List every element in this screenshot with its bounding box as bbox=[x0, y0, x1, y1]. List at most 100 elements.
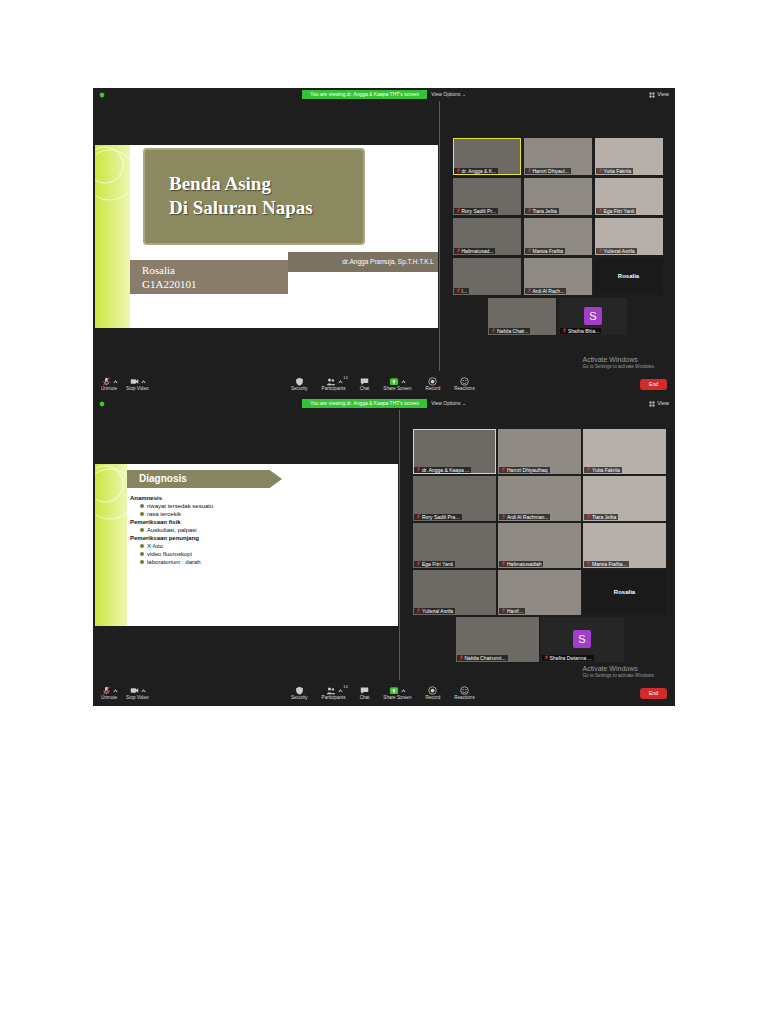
view-button[interactable]: View bbox=[657, 399, 669, 407]
bullet-text: Auskultasi, palpasi bbox=[147, 526, 197, 534]
bullet-dot bbox=[140, 560, 144, 564]
toolbar-button[interactable]: Reactions bbox=[454, 685, 474, 701]
toolbar-button[interactable]: Unmute bbox=[101, 685, 117, 701]
video-camera-icon bbox=[130, 377, 139, 386]
toolbar-icon-wrap bbox=[389, 376, 405, 386]
zoom-window: You are viewing dr. Angga & Kaapa THT's … bbox=[93, 88, 675, 397]
toolbar-icon-wrap bbox=[102, 685, 117, 695]
toolbar-icon-wrap bbox=[130, 376, 145, 386]
participant-tile[interactable]: Halimatusad... bbox=[453, 218, 521, 255]
participant-tile[interactable]: Halimatusadiah bbox=[498, 523, 581, 568]
participant-tile[interactable]: Ega Fitri Yanti bbox=[413, 523, 496, 568]
toolbar-button[interactable]: 14Participants bbox=[322, 685, 346, 701]
participant-name: Rory Sadili Pra... bbox=[422, 514, 460, 520]
view-button[interactable]: View bbox=[657, 90, 669, 98]
view-options-button[interactable]: View Options ⌄ bbox=[431, 91, 466, 99]
section-heading: Pemeriksaan penunjang bbox=[130, 534, 398, 542]
toolbar-icon-wrap bbox=[360, 685, 369, 695]
participant-tile[interactable]: Nabila Chairunni... bbox=[456, 617, 539, 662]
participant-tile[interactable]: Ega Fitri Yanti bbox=[595, 178, 663, 215]
end-button[interactable]: End bbox=[640, 688, 667, 699]
participant-label: Halimatusadiah bbox=[499, 561, 543, 567]
toolbar-button[interactable]: 14Participants bbox=[322, 376, 346, 392]
participant-tile[interactable]: Rosalia bbox=[583, 570, 666, 615]
toolbar-button[interactable]: Security bbox=[291, 685, 308, 701]
participant-tile[interactable]: dr. Angga & Kaapa ... bbox=[413, 429, 496, 474]
participant-tile[interactable]: Yutta Fakrila bbox=[583, 429, 666, 474]
grid-icon bbox=[649, 401, 655, 407]
participant-name: Shafira Dwianna ... bbox=[550, 655, 592, 661]
participant-label: Tiara Jelita bbox=[525, 208, 559, 214]
toolbar-button[interactable]: Share Screen bbox=[383, 376, 411, 392]
caret-icon[interactable] bbox=[402, 689, 406, 693]
participant-tile[interactable]: Rosalia bbox=[595, 258, 663, 295]
top-left bbox=[99, 92, 302, 98]
toolbar-button[interactable]: Stop Video bbox=[126, 685, 148, 701]
participant-tile[interactable]: Yutta Fakrila bbox=[595, 138, 663, 175]
smiley-icon bbox=[460, 686, 469, 695]
toolbar-button[interactable]: Record bbox=[425, 685, 440, 701]
mic-muted-icon bbox=[598, 208, 603, 213]
participant-tile[interactable]: Hamzi Dhiyaul... bbox=[524, 138, 592, 175]
participant-tile[interactable]: Ardi Al Rachman... bbox=[498, 476, 581, 521]
mic-muted-icon bbox=[598, 168, 603, 173]
caret-icon[interactable] bbox=[141, 380, 145, 384]
mic-muted-icon bbox=[598, 248, 603, 253]
participant-tile[interactable]: Marsia Frafita bbox=[524, 218, 592, 255]
participant-tile[interactable]: Nabila Chair... bbox=[488, 298, 556, 335]
view-options-button[interactable]: View Options ⌄ bbox=[431, 400, 466, 408]
mic-muted-icon bbox=[416, 514, 421, 519]
caret-icon[interactable] bbox=[338, 380, 342, 384]
toolbar-button[interactable]: Unmute bbox=[101, 376, 117, 392]
participant-label: Ardi Al Rach... bbox=[525, 288, 567, 294]
caret-icon[interactable] bbox=[113, 689, 117, 693]
toolbar-button[interactable]: Record bbox=[425, 376, 440, 392]
participant-tile[interactable]: Ardi Al Rach... bbox=[524, 258, 592, 295]
participant-tile[interactable]: Marsia Frafita... bbox=[583, 523, 666, 568]
participant-tile[interactable]: Rory Sadili Pr... bbox=[453, 178, 521, 215]
participant-tile[interactable]: SShafira Dwianna ... bbox=[541, 617, 624, 662]
caret-icon[interactable] bbox=[338, 689, 342, 693]
mic-muted-icon bbox=[459, 655, 464, 660]
mic-muted-icon bbox=[544, 655, 549, 660]
watermark-subtitle: Go to Settings to activate Windows. bbox=[582, 673, 655, 678]
participant-tile[interactable]: Tiara Jelita bbox=[583, 476, 666, 521]
participant-tile[interactable]: Yuliezal Asrifa bbox=[413, 570, 496, 615]
participant-tile[interactable]: dr. Angga & K... bbox=[453, 138, 521, 175]
toolbar-button[interactable]: Security bbox=[291, 376, 308, 392]
mic-muted-icon bbox=[586, 467, 591, 472]
bullet-dot bbox=[140, 504, 144, 508]
participant-tile[interactable]: Rory Sadili Pra... bbox=[413, 476, 496, 521]
participant-name: Yutta Fakrila bbox=[592, 467, 620, 473]
caret-icon[interactable] bbox=[402, 380, 406, 384]
toolbar-icon-wrap bbox=[295, 685, 304, 695]
toolbar-button[interactable]: Chat bbox=[360, 376, 370, 392]
participant-label: Hamzi Dhiyaulhaq bbox=[499, 467, 550, 473]
top-bar: You are viewing dr. Angga & Kaapa THT's … bbox=[93, 397, 675, 410]
toolbar-icon-wrap bbox=[360, 376, 369, 386]
mic-muted-icon bbox=[501, 514, 506, 519]
end-button[interactable]: End bbox=[640, 379, 667, 390]
toolbar-button[interactable]: Stop Video bbox=[126, 376, 148, 392]
participant-tile[interactable]: Tiara Jelita bbox=[524, 178, 592, 215]
bullet-item: riwayat tersedak sesuatu bbox=[122, 502, 398, 510]
participant-label: Ega Fitri Yanti bbox=[596, 208, 637, 214]
smiley-icon bbox=[460, 377, 469, 386]
toolbar-button[interactable]: Chat bbox=[360, 685, 370, 701]
author-line: G1A220101 bbox=[142, 277, 276, 291]
bullet-item: laboratorium : darah bbox=[122, 558, 398, 566]
participant-tile[interactable]: SShafira Bhia... bbox=[559, 298, 627, 335]
caret-icon[interactable] bbox=[141, 689, 145, 693]
caret-icon[interactable] bbox=[113, 380, 117, 384]
participant-name: Hanif... bbox=[507, 608, 523, 614]
toolbar-button[interactable]: Share Screen bbox=[383, 685, 411, 701]
mic-muted-icon bbox=[491, 328, 496, 333]
participant-name: dr. Angga & K... bbox=[462, 168, 497, 174]
toolbar-button[interactable]: Reactions bbox=[454, 376, 474, 392]
bullet-dot bbox=[140, 544, 144, 548]
participant-tile[interactable]: I... bbox=[453, 258, 521, 295]
participant-tile[interactable]: Hamzi Dhiyaulhaq bbox=[498, 429, 581, 474]
participant-tile[interactable]: Hanif... bbox=[498, 570, 581, 615]
participant-tile[interactable]: Yuliezal Asrifa bbox=[595, 218, 663, 255]
participant-name: Halimatusad... bbox=[462, 248, 494, 254]
